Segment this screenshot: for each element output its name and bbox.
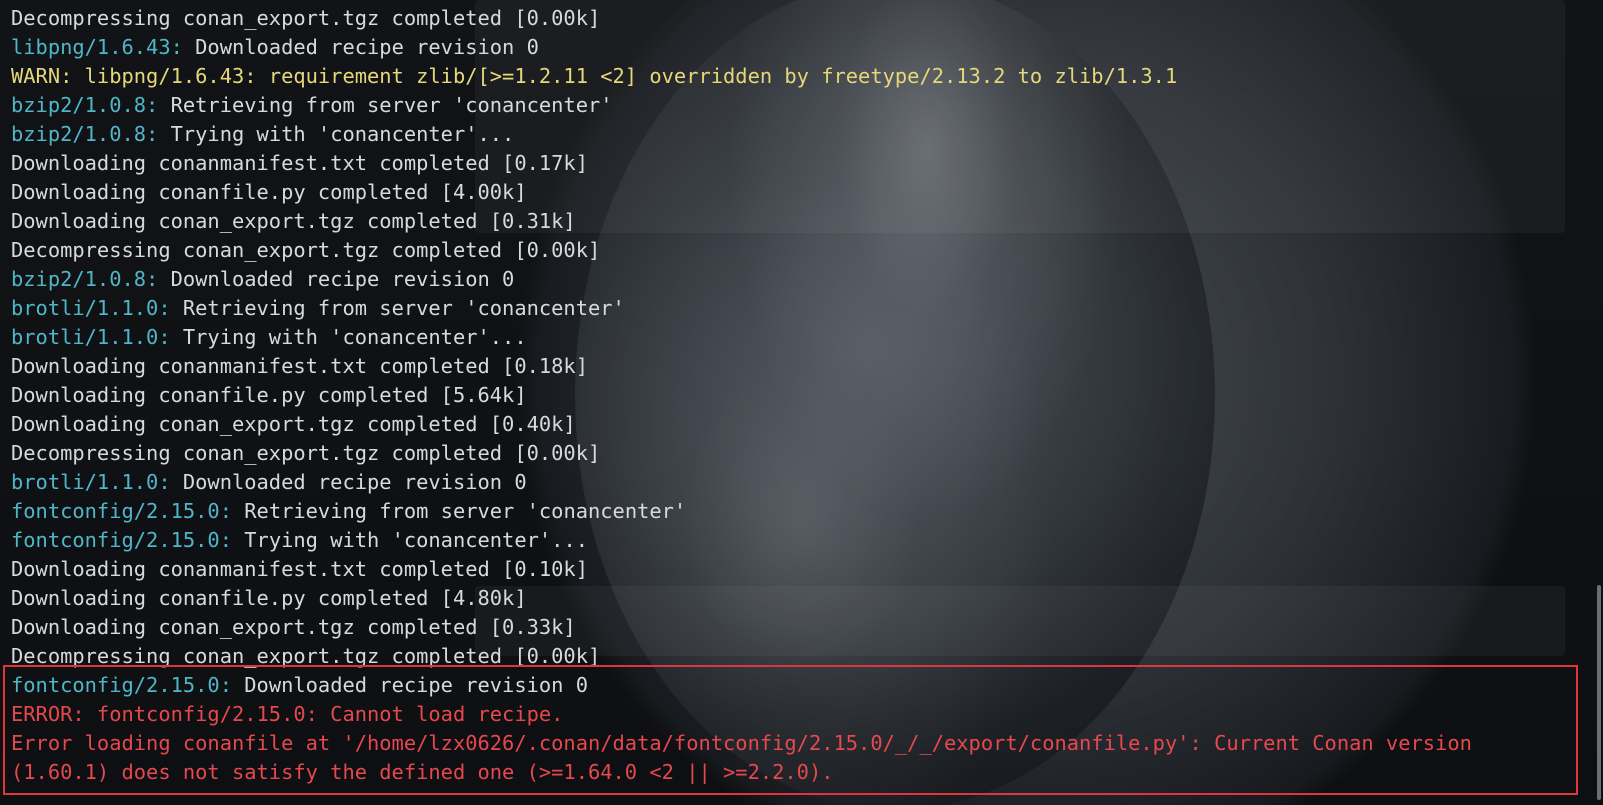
- terminal-line: Downloading conanfile.py completed [5.64…: [11, 381, 1472, 410]
- terminal-line: Decompressing conan_export.tgz completed…: [11, 439, 1472, 468]
- terminal-line: Downloading conanmanifest.txt completed …: [11, 352, 1472, 381]
- output-text: Trying with 'conancenter'...: [231, 528, 588, 552]
- output-text: Downloading conan_export.tgz completed […: [11, 412, 576, 436]
- terminal-line: bzip2/1.0.8: Downloaded recipe revision …: [11, 265, 1472, 294]
- scrollbar[interactable]: [1593, 0, 1603, 805]
- terminal-window[interactable]: Decompressing conan_export.tgz completed…: [0, 0, 1603, 805]
- warning-text: WARN: libpng/1.6.43: requirement zlib/[>…: [11, 64, 1178, 88]
- output-text: Decompressing conan_export.tgz completed…: [11, 6, 601, 30]
- terminal-line: bzip2/1.0.8: Retrieving from server 'con…: [11, 91, 1472, 120]
- terminal-line: Downloading conan_export.tgz completed […: [11, 410, 1472, 439]
- output-text: Downloading conanfile.py completed [4.00…: [11, 180, 527, 204]
- package-reference: brotli/1.1.0:: [11, 296, 171, 320]
- output-text: Downloading conanfile.py completed [4.80…: [11, 586, 527, 610]
- terminal-line: Downloading conanmanifest.txt completed …: [11, 555, 1472, 584]
- terminal-line: bzip2/1.0.8: Trying with 'conancenter'..…: [11, 120, 1472, 149]
- terminal-line: Downloading conanmanifest.txt completed …: [11, 149, 1472, 178]
- terminal-line: Decompressing conan_export.tgz completed…: [11, 4, 1472, 33]
- package-reference: brotli/1.1.0:: [11, 325, 171, 349]
- output-text: Downloaded recipe revision 0: [170, 470, 527, 494]
- terminal-line: Downloading conanfile.py completed [4.80…: [11, 584, 1472, 613]
- terminal-line: brotli/1.1.0: Retrieving from server 'co…: [11, 294, 1472, 323]
- output-text: Trying with 'conancenter'...: [170, 325, 527, 349]
- output-text: Downloading conanmanifest.txt completed …: [11, 151, 588, 175]
- terminal-line: brotli/1.1.0: Trying with 'conancenter'.…: [11, 323, 1472, 352]
- terminal-line: libpng/1.6.43: Downloaded recipe revisio…: [11, 33, 1472, 62]
- package-reference: bzip2/1.0.8:: [11, 93, 159, 117]
- terminal-line: Decompressing conan_export.tgz completed…: [11, 236, 1472, 265]
- package-reference: bzip2/1.0.8:: [11, 267, 159, 291]
- output-text: Retrieving from server 'conancenter': [231, 499, 687, 523]
- package-reference: brotli/1.1.0:: [11, 470, 171, 494]
- package-reference: bzip2/1.0.8:: [11, 122, 159, 146]
- error-highlight-box: [3, 665, 1578, 795]
- package-reference: libpng/1.6.43:: [11, 35, 183, 59]
- terminal-line: fontconfig/2.15.0: Trying with 'conancen…: [11, 526, 1472, 555]
- terminal-line: Downloading conan_export.tgz completed […: [11, 207, 1472, 236]
- output-text: Decompressing conan_export.tgz completed…: [11, 238, 601, 262]
- scrollbar-thumb[interactable]: [1597, 585, 1601, 800]
- output-text: Trying with 'conancenter'...: [158, 122, 515, 146]
- package-reference: fontconfig/2.15.0:: [11, 499, 232, 523]
- terminal-line: Downloading conan_export.tgz completed […: [11, 613, 1472, 642]
- output-text: Retrieving from server 'conancenter': [158, 93, 613, 117]
- terminal-line: Downloading conanfile.py completed [4.00…: [11, 178, 1472, 207]
- output-text: Downloaded recipe revision 0: [158, 267, 515, 291]
- output-text: Decompressing conan_export.tgz completed…: [11, 441, 601, 465]
- output-text: Downloading conanmanifest.txt completed …: [11, 354, 588, 378]
- output-text: Downloading conan_export.tgz completed […: [11, 209, 576, 233]
- output-text: Downloading conanfile.py completed [5.64…: [11, 383, 527, 407]
- output-text: Downloading conanmanifest.txt completed …: [11, 557, 588, 581]
- terminal-line: WARN: libpng/1.6.43: requirement zlib/[>…: [11, 62, 1472, 91]
- output-text: Downloaded recipe revision 0: [182, 35, 539, 59]
- output-text: Downloading conan_export.tgz completed […: [11, 615, 576, 639]
- terminal-line: fontconfig/2.15.0: Retrieving from serve…: [11, 497, 1472, 526]
- terminal-line: brotli/1.1.0: Downloaded recipe revision…: [11, 468, 1472, 497]
- package-reference: fontconfig/2.15.0:: [11, 528, 232, 552]
- output-text: Retrieving from server 'conancenter': [170, 296, 625, 320]
